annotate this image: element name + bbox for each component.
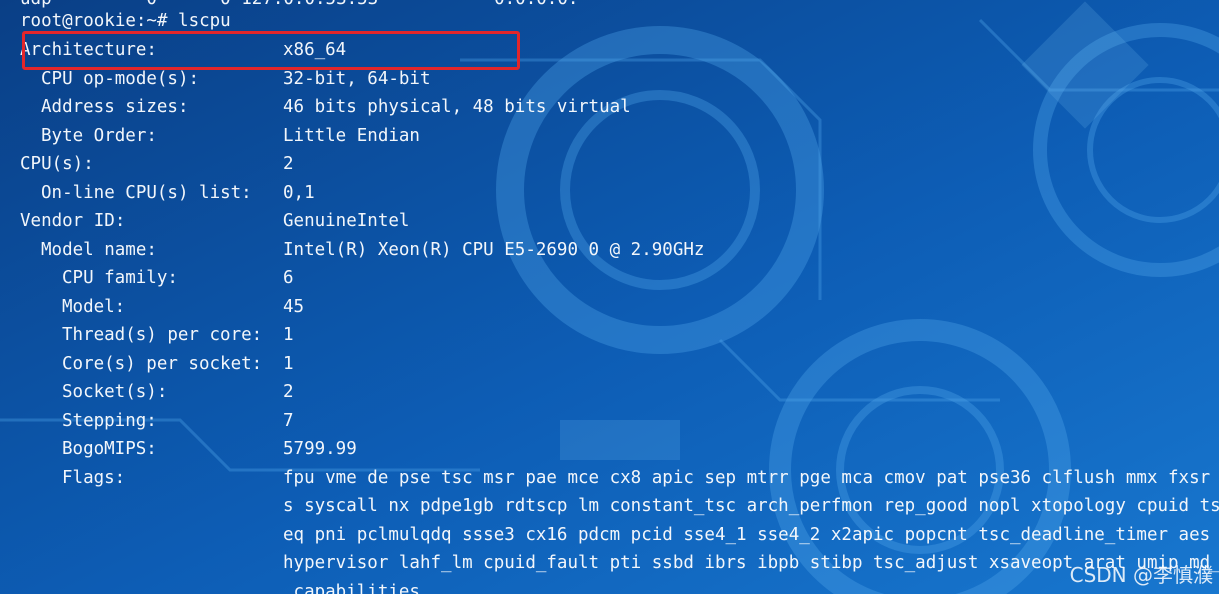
lscpu-row-online-cpus: On-line CPU(s) list: 0,1: [0, 179, 1219, 208]
lscpu-key: Flags:: [62, 468, 126, 488]
lscpu-row-cores-per-socket: Core(s) per socket: 1: [0, 350, 1219, 379]
lscpu-value: fpu vme de pse tsc msr pae mce cx8 apic …: [283, 468, 1219, 488]
architecture-highlight-box: [22, 31, 520, 70]
lscpu-value: 1: [283, 325, 294, 345]
lscpu-key: Stepping:: [62, 411, 157, 431]
lscpu-key: Address sizes:: [41, 97, 189, 117]
lscpu-value: 6: [283, 268, 294, 288]
lscpu-key: CPU family:: [62, 268, 178, 288]
lscpu-value: 46 bits physical, 48 bits virtual: [283, 97, 631, 117]
lscpu-key: Thread(s) per core:: [62, 325, 263, 345]
lscpu-value: 0,1: [283, 183, 315, 203]
flags-continuation-line: s syscall nx pdpe1gb rdtscp lm constant_…: [283, 496, 1219, 516]
lscpu-row-threads-per-core: Thread(s) per core: 1: [0, 321, 1219, 350]
lscpu-row-vendor-id: Vendor ID: GenuineIntel: [0, 207, 1219, 236]
lscpu-value: Intel(R) Xeon(R) CPU E5-2690 0 @ 2.90GHz: [283, 240, 705, 260]
lscpu-value: 5799.99: [283, 439, 357, 459]
lscpu-row-stepping: Stepping: 7: [0, 407, 1219, 436]
lscpu-key: Socket(s):: [62, 382, 168, 402]
terminal-window[interactable]: udp 0 0 127.0.0.53:53 0.0.0.0:* root@roo…: [0, 0, 1219, 594]
lscpu-key: CPU(s):: [20, 154, 94, 174]
lscpu-row-model-name: Model name: Intel(R) Xeon(R) CPU E5-2690…: [0, 236, 1219, 265]
lscpu-value: 2: [283, 382, 294, 402]
lscpu-key: Core(s) per socket:: [62, 354, 263, 374]
lscpu-key: Vendor ID:: [20, 211, 126, 231]
lscpu-value: 1: [283, 354, 294, 374]
lscpu-key: BogoMIPS:: [62, 439, 157, 459]
lscpu-key: Model name:: [41, 240, 157, 260]
lscpu-row-flags: Flags: fpu vme de pse tsc msr pae mce cx…: [0, 464, 1219, 493]
lscpu-row-byte-order: Byte Order: Little Endian: [0, 122, 1219, 151]
csdn-watermark: CSDN @李慎濮: [1069, 563, 1213, 587]
lscpu-key: Model:: [62, 297, 126, 317]
lscpu-row-cpus: CPU(s): 2: [0, 150, 1219, 179]
flags-continuation-line: eq pni pclmulqdq ssse3 cx16 pdcm pcid ss…: [283, 525, 1219, 545]
lscpu-row-address-sizes: Address sizes: 46 bits physical, 48 bits…: [0, 93, 1219, 122]
lscpu-row-bogomips: BogoMIPS: 5799.99: [0, 435, 1219, 464]
lscpu-row-cpu-family: CPU family: 6: [0, 264, 1219, 293]
lscpu-value: GenuineIntel: [283, 211, 410, 231]
lscpu-row-model: Model: 45: [0, 293, 1219, 322]
lscpu-value: 45: [283, 297, 305, 317]
lscpu-key: On-line CPU(s) list:: [41, 183, 252, 203]
lscpu-value: Little Endian: [283, 126, 420, 146]
lscpu-key: Byte Order:: [41, 126, 157, 146]
lscpu-value: 7: [283, 411, 294, 431]
lscpu-row-sockets: Socket(s): 2: [0, 378, 1219, 407]
lscpu-value: 2: [283, 154, 294, 174]
